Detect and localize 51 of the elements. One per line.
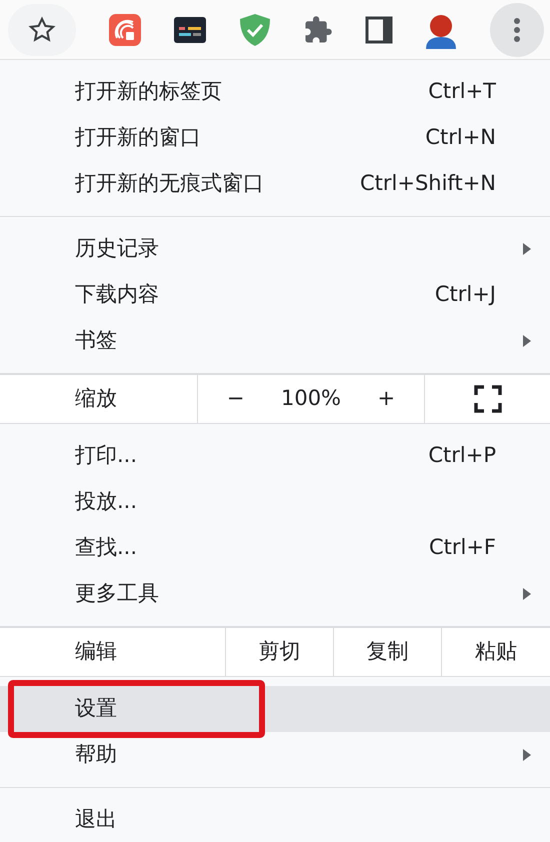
menu-item[interactable]: 设置 [0, 686, 550, 732]
menu-item[interactable]: 投放... [0, 479, 550, 525]
menu-item-label: 查找... [75, 534, 138, 562]
menu-item[interactable]: 历史记录 [0, 226, 550, 272]
menu-item-label: 打开新的无痕式窗口 [75, 170, 265, 198]
submenu-arrow-icon [522, 242, 532, 256]
menu-item[interactable]: 打开新的无痕式窗口 Ctrl+Shift+N [0, 161, 550, 207]
menu-item-label: 缩放 [75, 385, 117, 412]
shortcut-text: Ctrl+N [425, 124, 496, 152]
submenu-arrow-icon [522, 748, 532, 762]
zoom-in-button[interactable]: + [348, 383, 424, 415]
menu-item-label: 编辑 [75, 638, 117, 666]
shortcut-text: Ctrl+T [428, 78, 496, 106]
menu-item[interactable]: 打开新的标签页 Ctrl+T [0, 69, 550, 115]
menu-item[interactable]: 退出 [0, 797, 550, 842]
menu-item-label: 打开新的窗口 [75, 124, 202, 152]
shortcut-text: Ctrl+J [434, 281, 496, 308]
menu-item-label: 退出 [75, 806, 118, 834]
menu-item-label: 设置 [75, 695, 118, 722]
shortcut-text: Ctrl+P [428, 442, 496, 470]
menu-item-label: 更多工具 [75, 580, 160, 608]
edit-action-button[interactable]: 剪切 [225, 628, 333, 676]
star-icon [28, 16, 56, 44]
zoom-out-button[interactable]: − [198, 383, 274, 415]
sidebar-icon[interactable] [364, 16, 393, 44]
zoom-level: 100% [280, 385, 342, 412]
shield-check-icon[interactable] [239, 12, 272, 46]
puzzle-icon[interactable] [302, 14, 333, 44]
menu-item-label: 帮助 [75, 741, 118, 768]
menu-item[interactable]: 查找... Ctrl+F [0, 525, 550, 571]
submenu-arrow-icon [522, 587, 532, 601]
more-vertical-icon [512, 16, 521, 42]
menu-item-label: 书签 [75, 327, 118, 354]
menu-item[interactable]: 书签 [0, 318, 550, 364]
shortcut-text: Ctrl+Shift+N [360, 170, 496, 198]
menu-item-label: 打印... [75, 442, 138, 470]
submenu-arrow-icon [522, 334, 532, 348]
menu-item-label: 投放... [75, 488, 138, 516]
edit-action-button[interactable]: 复制 [333, 628, 441, 676]
menu-item[interactable]: 更多工具 [0, 571, 550, 617]
menu-item[interactable]: 下载内容 Ctrl+J [0, 272, 550, 318]
fullscreen-icon[interactable] [474, 385, 502, 413]
shortcut-text: Ctrl+F [428, 534, 496, 562]
menu-item[interactable]: 打印... Ctrl+P [0, 433, 550, 479]
menu-item-label: 打开新的标签页 [75, 78, 223, 106]
menu-item[interactable]: 帮助 [0, 732, 550, 778]
menu-item[interactable]: 打开新的窗口 Ctrl+N [0, 115, 550, 161]
menu-item-label: 下载内容 [75, 281, 160, 308]
extension-icon[interactable] [173, 16, 208, 44]
edit-action-button[interactable]: 粘贴 [441, 628, 550, 676]
menu-item-label: 历史记录 [75, 235, 160, 262]
